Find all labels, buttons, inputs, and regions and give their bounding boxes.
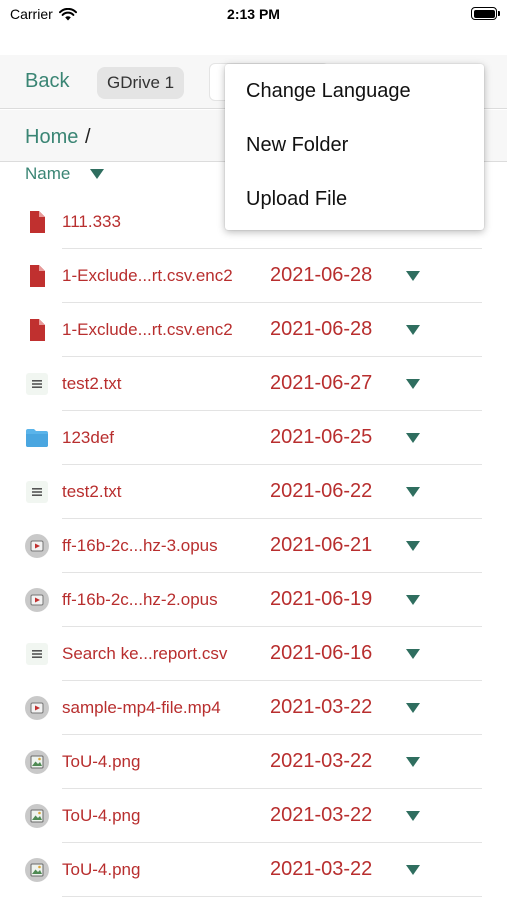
file-row[interactable]: ff-16b-2c...hz-2.opus 2021-06-19 (0, 573, 507, 627)
file-row[interactable]: ff-16b-2c...hz-3.opus 2021-06-21 (0, 519, 507, 573)
document-red-icon (25, 264, 49, 288)
file-name[interactable]: ToU-4.png (62, 860, 140, 880)
file-date: 2021-06-28 (270, 264, 373, 286)
file-list: 111.3332021-07-051-Exclude...rt.csv.enc2… (0, 195, 507, 897)
file-row[interactable]: sample-mp4-file.mp4 2021-03-22 (0, 681, 507, 735)
file-date: 2021-06-27 (270, 372, 373, 394)
image-file-icon (25, 858, 49, 882)
file-name[interactable]: sample-mp4-file.mp4 (62, 698, 221, 718)
file-row[interactable]: 1-Exclude...rt.csv.enc2 2021-06-28 (0, 249, 507, 303)
file-row[interactable]: 1-Exclude...rt.csv.enc2 2021-06-28 (0, 303, 507, 357)
media-file-icon (25, 588, 49, 612)
media-file-icon (25, 696, 49, 720)
row-menu-icon[interactable] (406, 325, 420, 335)
sort-down-icon[interactable] (90, 169, 105, 179)
image-file-icon (25, 804, 49, 828)
media-file-icon (25, 534, 49, 558)
row-menu-icon[interactable] (406, 379, 420, 389)
file-row[interactable]: test2.txt 2021-06-27 (0, 357, 507, 411)
file-date: 2021-06-25 (270, 426, 373, 448)
row-menu-icon[interactable] (406, 703, 420, 713)
file-date: 2021-06-28 (270, 318, 373, 340)
row-menu-icon[interactable] (406, 649, 420, 659)
breadcrumb-separator: / (85, 126, 91, 148)
menu-item-upload-file[interactable]: Upload File (225, 172, 484, 226)
file-name[interactable]: ToU-4.png (62, 806, 140, 826)
row-menu-icon[interactable] (406, 487, 420, 497)
file-name[interactable]: ToU-4.png (62, 752, 140, 772)
breadcrumb-home-link[interactable]: Home (25, 126, 78, 149)
battery-icon (471, 7, 500, 20)
menu-item-change-language[interactable]: Change Language (225, 64, 484, 118)
text-file-icon (25, 642, 49, 666)
file-name[interactable]: Search ke...report.csv (62, 644, 227, 664)
row-menu-icon[interactable] (406, 757, 420, 767)
file-date: 2021-06-16 (270, 642, 373, 664)
text-file-icon (25, 480, 49, 504)
file-row[interactable]: 123def 2021-06-25 (0, 411, 507, 465)
document-red-icon (25, 318, 49, 342)
document-red-icon (25, 210, 49, 234)
file-name[interactable]: ff-16b-2c...hz-2.opus (62, 590, 218, 610)
file-row[interactable]: Search ke...report.csv 2021-06-16 (0, 627, 507, 681)
status-bar: Carrier 2:13 PM (0, 0, 507, 30)
file-name[interactable]: test2.txt (62, 374, 122, 394)
back-button[interactable]: Back (25, 70, 69, 93)
name-column-label[interactable]: Name (25, 164, 70, 184)
list-header[interactable]: Name (25, 164, 105, 184)
file-row[interactable]: ToU-4.png 2021-03-22 (0, 789, 507, 843)
row-menu-icon[interactable] (406, 433, 420, 443)
file-name[interactable]: 123def (62, 428, 114, 448)
file-row[interactable]: ToU-4.png 2021-03-22 (0, 843, 507, 897)
file-name[interactable]: 1-Exclude...rt.csv.enc2 (62, 320, 233, 340)
row-menu-icon[interactable] (406, 271, 420, 281)
menu-item-new-folder[interactable]: New Folder (225, 118, 484, 172)
file-name[interactable]: test2.txt (62, 482, 122, 502)
file-date: 2021-06-21 (270, 534, 373, 556)
file-date: 2021-03-22 (270, 696, 373, 718)
file-name[interactable]: 111.333 (62, 212, 121, 232)
file-date: 2021-03-22 (270, 750, 373, 772)
file-row[interactable]: ToU-4.png 2021-03-22 (0, 735, 507, 789)
file-date: 2021-06-19 (270, 588, 373, 610)
drive-selector-chip[interactable]: GDrive 1 (97, 67, 185, 99)
folder-icon (25, 426, 49, 450)
image-file-icon (25, 750, 49, 774)
file-row[interactable]: test2.txt 2021-06-22 (0, 465, 507, 519)
file-name[interactable]: 1-Exclude...rt.csv.enc2 (62, 266, 233, 286)
text-file-icon (25, 372, 49, 396)
row-menu-icon[interactable] (406, 541, 420, 551)
overflow-menu: Change Language New Folder Upload File (225, 64, 484, 230)
row-menu-icon[interactable] (406, 865, 420, 875)
row-menu-icon[interactable] (406, 595, 420, 605)
file-name[interactable]: ff-16b-2c...hz-3.opus (62, 536, 218, 556)
file-date: 2021-06-22 (270, 480, 373, 502)
status-time: 2:13 PM (227, 6, 280, 22)
file-date: 2021-03-22 (270, 804, 373, 826)
file-date: 2021-03-22 (270, 858, 373, 880)
row-menu-icon[interactable] (406, 811, 420, 821)
